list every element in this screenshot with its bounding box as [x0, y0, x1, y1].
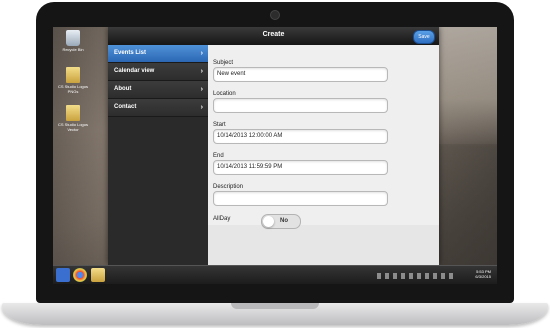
desktop-icon-folder-pngs[interactable]: CS Studio Logos PNGs: [53, 67, 93, 94]
menu-item-contact[interactable]: Contact ›: [108, 99, 208, 117]
chevron-right-icon: ›: [200, 50, 203, 57]
form-fields: Subject New event Location Start 10/14/2…: [213, 59, 435, 229]
chrome-icon[interactable]: [73, 268, 87, 282]
menu-item-about[interactable]: About ›: [108, 81, 208, 99]
camera-icon: [270, 10, 280, 20]
page-title: Create: [262, 31, 285, 38]
chevron-right-icon: ›: [200, 104, 203, 111]
toggle-state: No: [280, 218, 288, 224]
clock[interactable]: 5:53 PM 6/3/2015: [455, 269, 491, 279]
allday-toggle[interactable]: No: [261, 214, 301, 229]
folder-icon: [66, 67, 80, 83]
taskbar: 5:53 PM 6/3/2015: [53, 265, 497, 284]
menu-item-label: Calendar view: [114, 68, 155, 74]
laptop-notch: [231, 303, 319, 309]
clock-date: 6/3/2015: [475, 274, 491, 279]
chevron-right-icon: ›: [200, 68, 203, 75]
file-explorer-icon[interactable]: [91, 268, 105, 282]
subject-field[interactable]: New event: [213, 67, 388, 82]
description-field[interactable]: [213, 191, 388, 206]
desktop-screen: Recycle Bin CS Studio Logos PNGs CS Stud…: [53, 27, 497, 284]
calendar-app-window: Create Save Events List › Calendar view …: [108, 27, 439, 265]
desktop-icon-folder-vector[interactable]: CS Studio Logos Vector: [53, 105, 93, 132]
subject-label: Subject: [213, 60, 234, 66]
location-label: Location: [213, 91, 236, 97]
allday-row: AllDay No: [213, 214, 435, 229]
desktop-icon-recycle-bin[interactable]: Recycle Bin: [53, 30, 93, 52]
side-menu: Events List › Calendar view › About › Co…: [108, 45, 208, 265]
save-button[interactable]: Save: [413, 30, 435, 44]
windows-start-icon[interactable]: [56, 268, 70, 282]
start-label: Start: [213, 122, 226, 128]
menu-item-calendar-view[interactable]: Calendar view ›: [108, 63, 208, 81]
chevron-right-icon: ›: [200, 86, 203, 93]
folder-icon: [66, 105, 80, 121]
menu-item-events-list[interactable]: Events List ›: [108, 45, 208, 63]
end-field[interactable]: 10/14/2013 11:59:59 PM: [213, 160, 388, 175]
allday-label: AllDay: [213, 216, 231, 222]
form-footer-area: [208, 225, 439, 265]
description-label: Description: [213, 184, 244, 190]
system-tray-icons[interactable]: [377, 273, 457, 279]
end-label: End: [213, 153, 224, 159]
desktop-icon-label: Recycle Bin: [62, 47, 84, 52]
menu-item-label: Events List: [114, 50, 147, 56]
location-field[interactable]: [213, 98, 388, 113]
start-field[interactable]: 10/14/2013 12:00:00 AM: [213, 129, 388, 144]
menu-item-label: About: [114, 86, 132, 92]
wallpaper-sky: [433, 27, 497, 147]
app-header: Create Save: [108, 27, 439, 45]
toggle-knob: [263, 216, 274, 227]
desktop-icon-label: CS Studio Logos Vector: [57, 122, 89, 132]
recycle-bin-icon: [66, 30, 80, 46]
desktop-icon-label: CS Studio Logos PNGs: [57, 84, 89, 94]
menu-item-label: Contact: [114, 104, 137, 110]
event-form: Subject New event Location Start 10/14/2…: [208, 45, 439, 265]
